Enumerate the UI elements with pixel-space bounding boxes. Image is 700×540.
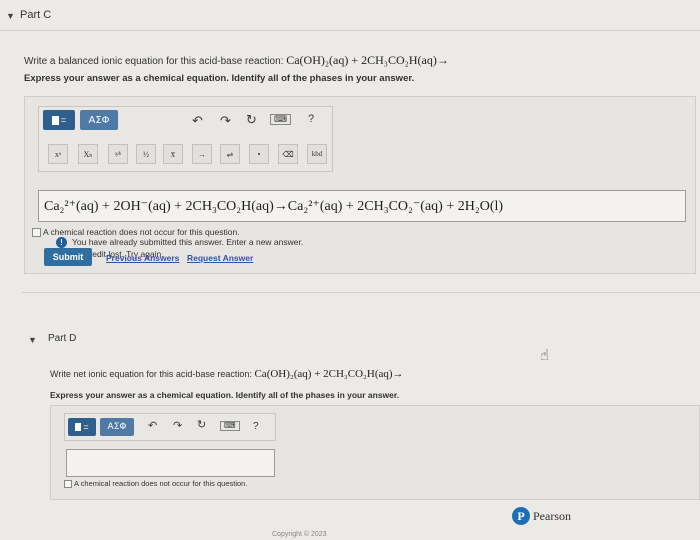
keyboard-toggle-button[interactable]: kbd [307, 144, 327, 164]
reset-icon[interactable]: ↻ [197, 420, 206, 431]
part-d-no-reaction-checkbox[interactable] [64, 480, 72, 488]
part-c-question: Write a balanced ionic equation for this… [24, 53, 449, 68]
part-d-question-text: Write net ionic equation for this acid-b… [50, 369, 252, 379]
divider [22, 292, 700, 293]
part-c-no-reaction-checkbox[interactable] [32, 228, 41, 237]
pearson-brand: Pearson [533, 509, 571, 523]
template-square-icon [75, 423, 82, 431]
template-equals-icon: = [83, 422, 89, 432]
part-d-collapse-icon[interactable]: ▼ [28, 335, 37, 345]
undo-icon[interactable]: ↶ [192, 114, 203, 127]
overline-button[interactable]: x̅ [163, 144, 183, 164]
divider [0, 30, 700, 31]
feedback-message: You have already submitted this answer. … [72, 237, 304, 247]
part-d-answer-input[interactable] [66, 449, 275, 477]
part-c-question-formula: Ca(OH)₂(aq) + 2CH₃CO₂H(aq)→ [286, 53, 449, 67]
keyboard-icon[interactable]: ⌨ [270, 114, 291, 125]
reaction-arrow-button[interactable]: → [192, 144, 212, 164]
submit-button[interactable]: Submit [44, 248, 92, 266]
undo-icon[interactable]: ↶ [148, 421, 157, 432]
part-d-question-formula: Ca(OH)₂(aq) + 2CH₃CO₂H(aq)→ [254, 368, 404, 380]
help-button[interactable]: ? [253, 422, 259, 432]
part-d-question: Write net ionic equation for this acid-b… [50, 368, 404, 380]
hand-pointer-icon: ☝ [540, 347, 550, 364]
template-equals-icon: = [60, 115, 67, 125]
help-button[interactable]: ? [308, 114, 314, 125]
equilibrium-arrow-button[interactable]: ⇌ [220, 144, 240, 164]
fraction-button[interactable]: ᵃ⁄ᵇ [108, 144, 128, 164]
info-icon: ! [56, 237, 67, 248]
part-d-title[interactable]: Part D [48, 333, 76, 344]
templates-button[interactable]: = [43, 110, 75, 130]
templates-button[interactable]: = [68, 418, 96, 436]
previous-answers-link[interactable]: Previous Answers [106, 253, 179, 263]
part-c-no-reaction-label: A chemical reaction does not occur for t… [43, 227, 240, 237]
redo-icon[interactable]: ↷ [220, 114, 231, 127]
part-c-question-text: Write a balanced ionic equation for this… [24, 56, 284, 67]
copyright-text: Copyright © 2023 [272, 531, 327, 538]
part-c-collapse-icon[interactable]: ▼ [6, 11, 15, 21]
mixed-fraction-button[interactable]: ½ [136, 144, 156, 164]
greek-symbols-button[interactable]: ΑΣΦ [100, 418, 134, 436]
part-c-instructions: Express your answer as a chemical equati… [24, 73, 415, 84]
part-c-answer-input[interactable]: Ca₂²⁺(aq) + 2OH⁻(aq) + 2CH₃CO₂H(aq)→Ca₂²… [38, 190, 686, 222]
pearson-logo: P [512, 507, 530, 525]
subscript-button[interactable]: Xₕ [78, 144, 98, 164]
superscript-button[interactable]: xᵃ [48, 144, 68, 164]
request-answer-link[interactable]: Request Answer [187, 253, 253, 263]
part-d-instructions: Express your answer as a chemical equati… [50, 390, 400, 400]
delete-button[interactable]: ⌫ [278, 144, 298, 164]
keyboard-icon[interactable]: ⌨ [220, 421, 240, 431]
part-c-title[interactable]: Part C [20, 9, 51, 21]
reset-icon[interactable]: ↻ [246, 113, 257, 126]
template-square-icon [51, 115, 59, 125]
part-d-no-reaction-label: A chemical reaction does not occur for t… [74, 479, 248, 488]
dot-button[interactable]: • [249, 144, 269, 164]
greek-symbols-button[interactable]: ΑΣΦ [80, 110, 118, 130]
redo-icon[interactable]: ↷ [173, 421, 182, 432]
